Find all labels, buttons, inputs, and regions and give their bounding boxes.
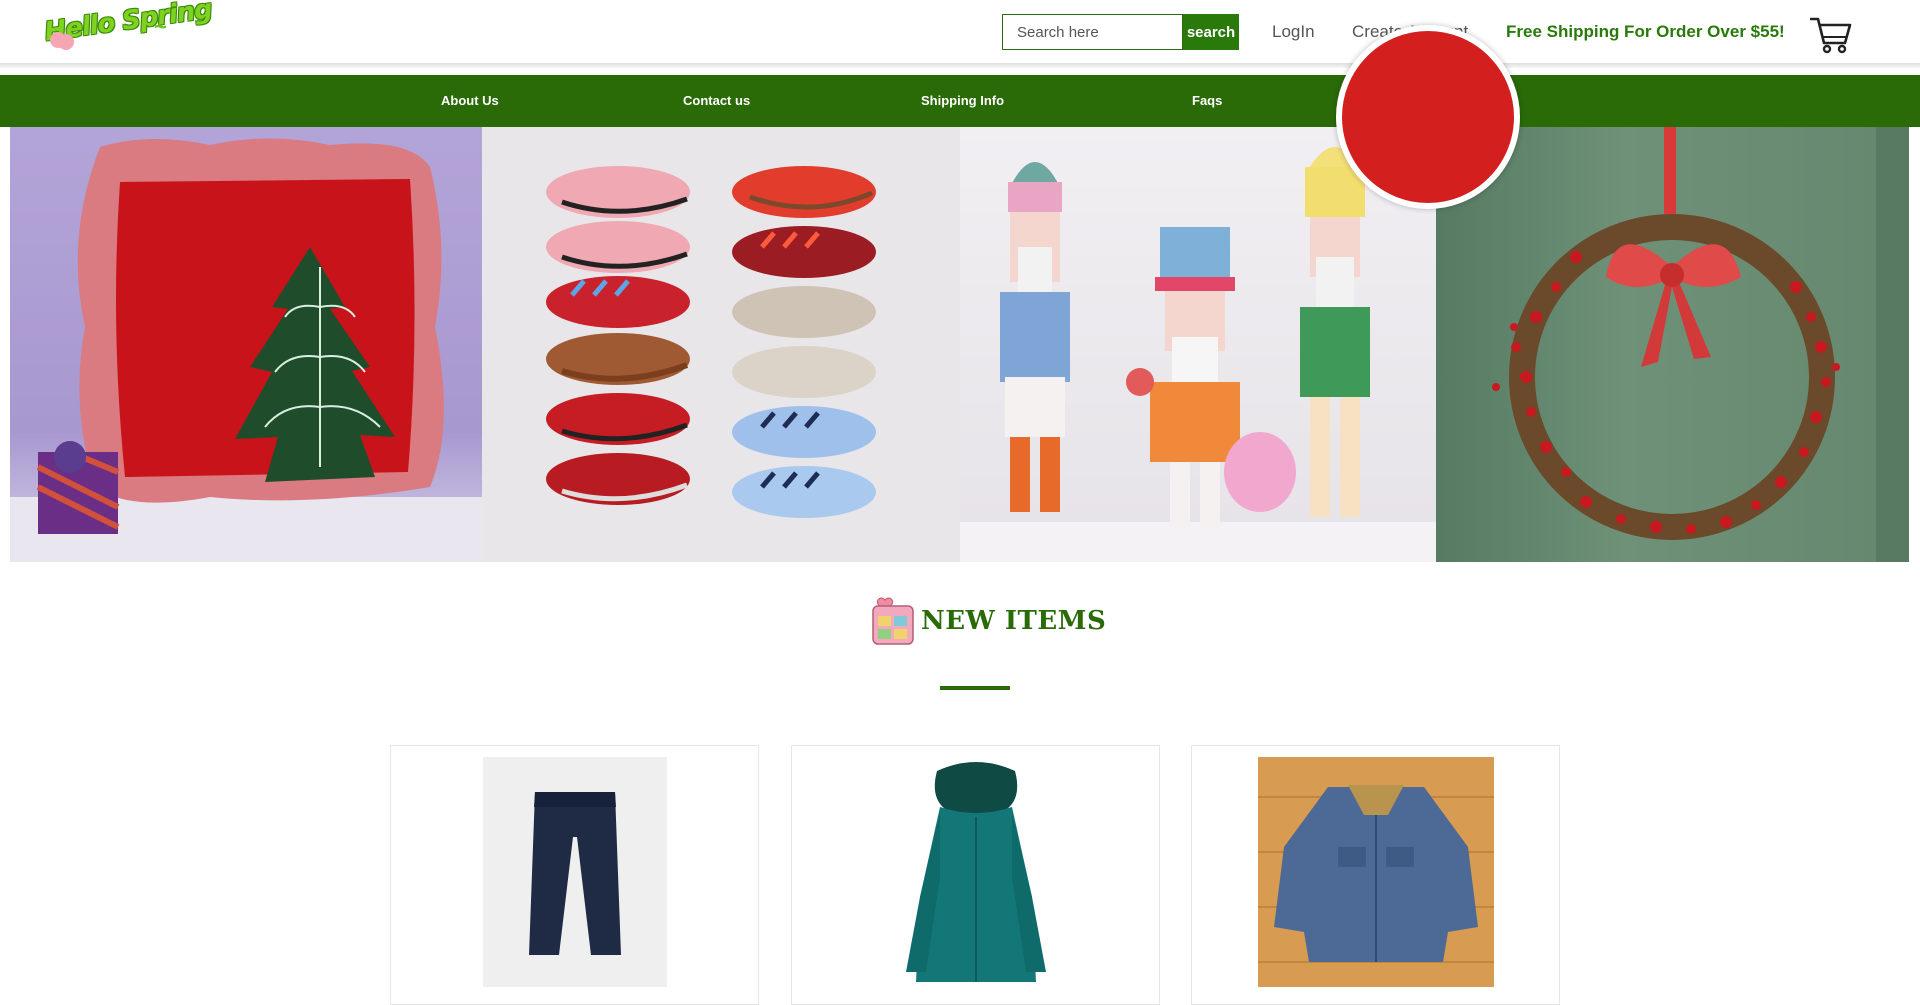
hero-image-pillow — [10, 127, 482, 562]
top-header: Hello Spring ~ search LogIn Create Accou… — [0, 0, 1920, 64]
hero-image-sneakers — [482, 127, 960, 562]
nav-about-us[interactable]: About Us — [441, 93, 499, 108]
hero-image-wreath — [1436, 127, 1909, 562]
product-card[interactable] — [791, 745, 1160, 1005]
nav-faqs[interactable]: Faqs — [1192, 93, 1222, 108]
section-title: NEW ITEMS — [921, 606, 1107, 636]
header-divider — [0, 63, 1920, 68]
hero-image-nutcrackers — [960, 127, 1436, 562]
flower-icon — [50, 32, 66, 48]
logo-text: Hello Spring — [42, 0, 214, 48]
product-image-jacket[interactable] — [1258, 757, 1494, 987]
free-shipping-banner: Free Shipping For Order Over $55! — [1506, 22, 1785, 41]
main-nav: About Us Contact us Shipping Info Faqs — [0, 75, 1920, 127]
title-underline — [940, 686, 1010, 690]
shop-calendar-icon — [872, 597, 914, 645]
product-card[interactable] — [1191, 745, 1560, 1005]
nav-shipping-info[interactable]: Shipping Info — [921, 93, 1004, 108]
search-button[interactable]: search — [1183, 14, 1239, 50]
product-image-coat[interactable] — [882, 757, 1070, 987]
product-image-jeans[interactable] — [483, 757, 667, 987]
site-logo[interactable]: Hello Spring ~ — [36, 0, 214, 56]
cart-icon[interactable] — [1810, 16, 1852, 54]
logo-tilde: ~ — [154, 14, 167, 39]
product-card[interactable] — [390, 745, 759, 1005]
search-input[interactable] — [1002, 14, 1183, 50]
nav-contact-us[interactable]: Contact us — [683, 93, 750, 108]
login-link[interactable]: LogIn — [1272, 22, 1315, 42]
new-items-heading: NEW ITEMS — [871, 596, 1106, 646]
hero-badge — [1336, 25, 1520, 209]
hero-banner[interactable] — [10, 127, 1909, 562]
